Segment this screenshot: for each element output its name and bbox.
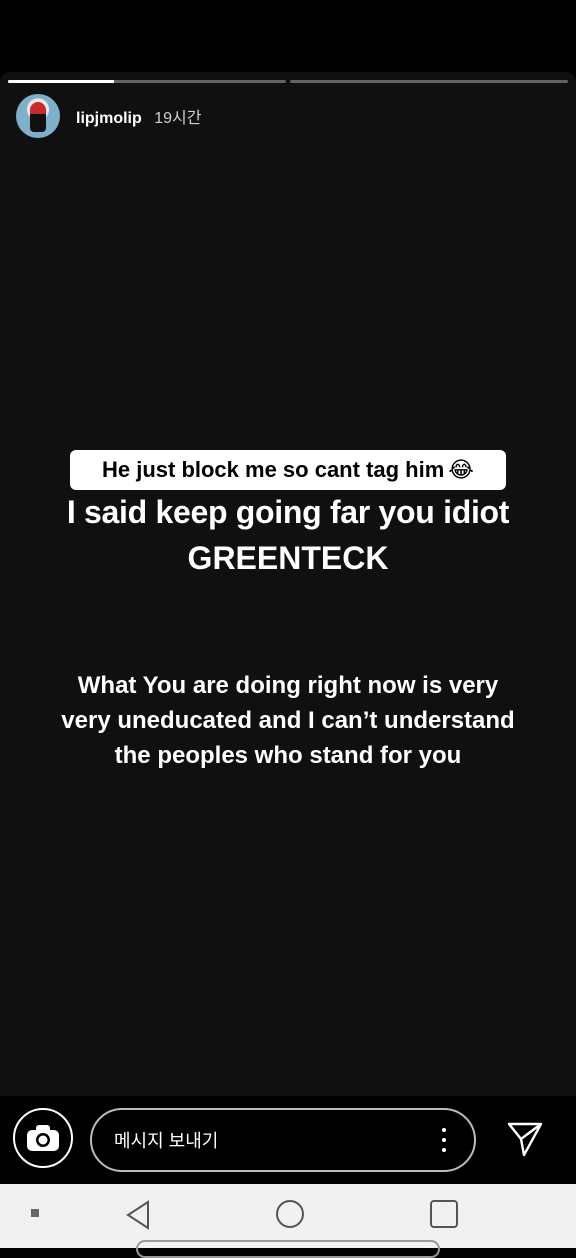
story-text-line1: I said keep going far you idiot (66, 494, 510, 530)
avatar-figure (30, 102, 46, 132)
paragraph-line-1: What You are doing right now is very (77, 672, 499, 699)
story-paragraph: What You are doing right now is very ver… (30, 668, 546, 773)
back-triangle-icon[interactable] (124, 1200, 152, 1230)
message-bar: 메시지 보내기 (0, 1096, 576, 1184)
status-square-icon (31, 1209, 39, 1217)
progress-fill-1 (8, 80, 114, 83)
paragraph-line-2: very uneducated and I can’t understand (61, 707, 515, 734)
camera-button[interactable] (13, 1108, 73, 1168)
send-icon[interactable] (506, 1120, 544, 1158)
recent-square-icon[interactable] (430, 1200, 458, 1228)
story-time: 19시간 (154, 110, 202, 127)
system-navbar (0, 1184, 576, 1258)
story-text-line2: GREENTECK (187, 540, 389, 576)
laughing-emoji-icon: 😂 (448, 457, 475, 482)
gesture-handle[interactable] (136, 1240, 440, 1258)
story-view[interactable]: lipjmolip 19시간 He just block me so cant … (0, 72, 576, 1096)
caption-box: He just block me so cant tag him 😂 (70, 450, 506, 490)
progress-segment-2 (290, 80, 568, 83)
caption-text: He just block me so cant tag him (101, 457, 445, 482)
home-circle-icon[interactable] (276, 1200, 304, 1228)
progress-segment-1 (8, 80, 286, 83)
story-progress (8, 80, 568, 83)
avatar[interactable] (16, 94, 60, 138)
message-placeholder: 메시지 보내기 (114, 1131, 219, 1151)
more-vertical-icon[interactable] (442, 1128, 446, 1152)
paragraph-line-3: the peoples who stand for you (114, 742, 462, 769)
username[interactable]: lipjmolip (76, 110, 142, 127)
story-header: lipjmolip 19시간 (16, 94, 201, 138)
camera-icon (27, 1125, 59, 1151)
message-input[interactable]: 메시지 보내기 (90, 1108, 476, 1172)
